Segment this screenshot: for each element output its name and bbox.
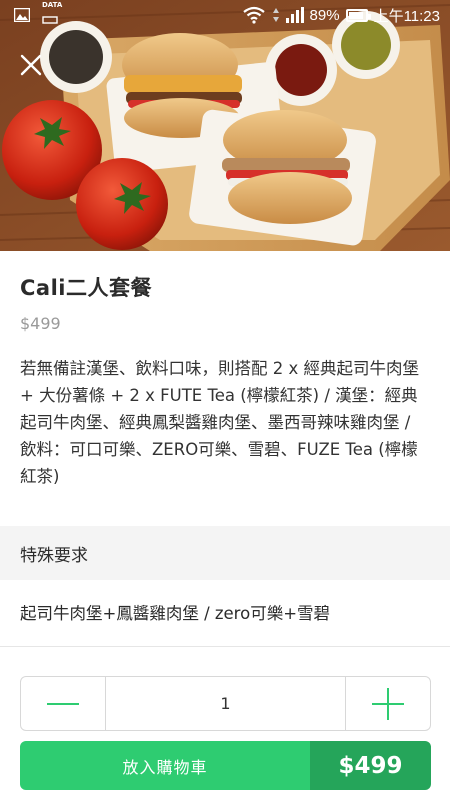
- quantity-value[interactable]: 1: [105, 677, 346, 730]
- decrease-quantity-button[interactable]: [21, 677, 105, 730]
- quantity-stepper: 1: [20, 676, 431, 731]
- status-bar: DATA 89% 上午11:23: [0, 0, 450, 30]
- battery-level: [348, 11, 363, 19]
- image-icon: [14, 8, 30, 22]
- wifi-icon: [242, 6, 265, 24]
- add-to-cart-label: 放入購物車: [20, 741, 310, 790]
- special-request-header-label: 特殊要求: [20, 545, 88, 566]
- add-to-cart-button[interactable]: 放入購物車 $499: [20, 741, 431, 790]
- data-transfer-icon: [42, 16, 58, 24]
- data-arrows-icon: [272, 8, 279, 22]
- clock: 上午11:23: [373, 7, 440, 25]
- data-label: DATA: [42, 1, 63, 9]
- plus-icon: [372, 687, 404, 720]
- burger-combo-photo: [0, 0, 450, 251]
- increase-quantity-button[interactable]: [346, 677, 430, 730]
- battery-icon: [345, 8, 371, 22]
- item-price: $499: [20, 314, 61, 333]
- item-title: Cali二人套餐: [20, 276, 152, 300]
- special-request-header: 特殊要求: [0, 526, 450, 580]
- close-icon[interactable]: [18, 52, 44, 78]
- signal-icon: [285, 7, 304, 23]
- data-indicator: DATA: [42, 2, 62, 28]
- item-description: 若無備註漢堡、飲料口味，則搭配 2 x 經典起司牛肉堡 + 大份薯條 + 2 x…: [20, 359, 419, 486]
- cart-total-price: $499: [310, 741, 431, 790]
- divider: [0, 646, 450, 647]
- special-request-text[interactable]: 起司牛肉堡+鳳醬雞肉堡 / zero可樂+雪碧: [20, 600, 330, 624]
- minus-icon: [47, 702, 79, 705]
- battery-percent: 89%: [309, 6, 340, 24]
- hero-image: [0, 0, 450, 251]
